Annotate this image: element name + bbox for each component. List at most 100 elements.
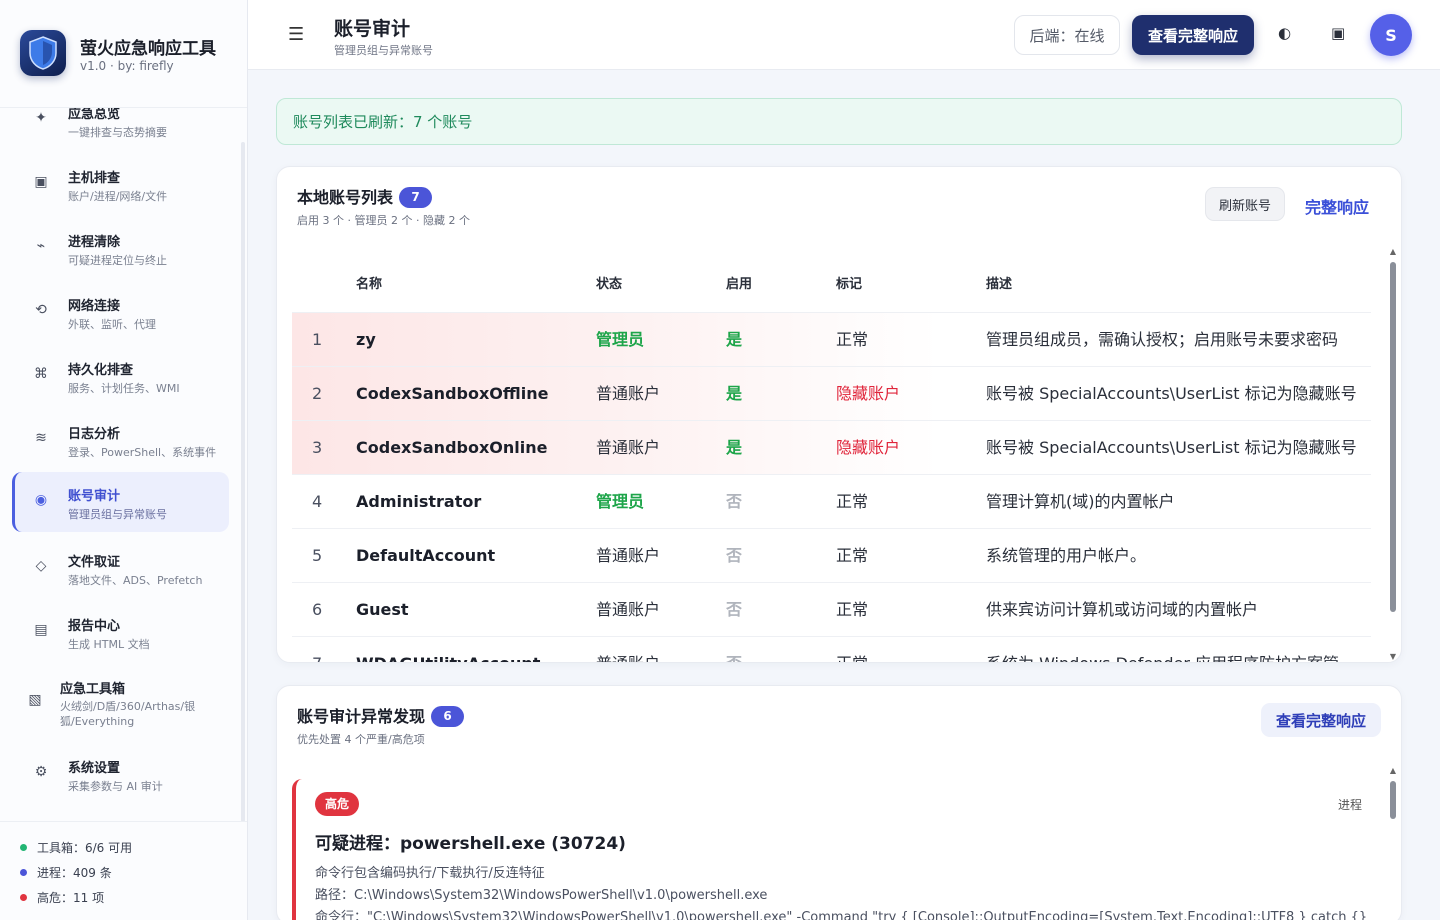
sidebar-item-toolbox[interactable]: ▧ 应急工具箱 火绒剑/D盾/360/Arthas/银狐/Everything (12, 666, 229, 736)
sidebar-item-label: 系统设置 (68, 761, 121, 776)
sidebar-scrollbar[interactable] (241, 142, 245, 822)
account-enabled: 否 (726, 637, 742, 662)
table-row[interactable]: 3 CodexSandboxOnline 普通账户 是 隐藏账户 账号被 Spe… (292, 420, 1371, 474)
table-row[interactable]: 4 Administrator 管理员 否 正常 管理计算机(域)的内置帐户 (292, 474, 1371, 528)
row-index: 6 (312, 600, 323, 619)
table-row[interactable]: 5 DefaultAccount 普通账户 否 正常 系统管理的用户帐户。 (292, 528, 1371, 582)
sidebar-item-host-check[interactable]: ▣ 主机排查 账户/进程/网络/文件 (12, 154, 229, 214)
command-icon: ⌘ (34, 366, 48, 382)
col-header-flag[interactable]: 标记 (836, 257, 862, 312)
account-flag: 正常 (836, 637, 868, 662)
sidebar-item-account-audit[interactable]: ◉ 账号审计 管理员组与异常账号 (12, 472, 229, 532)
finding-type: 进程 (1337, 798, 1362, 812)
theme-toggle-icon[interactable]: ◐ (1278, 24, 1291, 42)
scroll-thumb[interactable] (1390, 262, 1396, 612)
col-header-name[interactable]: 名称 (356, 257, 382, 312)
sidebar-item-desc: 采集参数与 AI 审计 (68, 780, 163, 793)
row-index: 2 (312, 384, 323, 403)
refresh-accounts-button[interactable]: 刷新账号 (1205, 187, 1285, 221)
col-header-desc[interactable]: 描述 (986, 257, 1012, 312)
account-enabled: 是 (726, 330, 743, 349)
findings-summary: 优先处置 4 个严重/高危项 (297, 733, 425, 746)
process-icon: ⌁ (36, 238, 46, 254)
table-scrollbar[interactable]: ▲ ▼ (1389, 247, 1397, 661)
toolbox-icon: ▧ (28, 692, 42, 708)
finding-cmdline: 命令行："C:\Windows\System32\WindowsPowerShe… (315, 910, 1368, 920)
table-row[interactable]: 2 CodexSandboxOffline 普通账户 是 隐藏账户 账号被 Sp… (292, 366, 1371, 420)
account-status: 管理员 (596, 492, 645, 511)
sidebar-item-persistence[interactable]: ⌘ 持久化排查 服务、计划任务、WMI (12, 346, 229, 406)
account-name: Guest (356, 600, 409, 619)
account-status: 普通账户 (596, 600, 661, 619)
account-enabled: 是 (726, 438, 743, 457)
sidebar-item-label: 主机排查 (68, 171, 121, 186)
sidebar-item-label: 应急总览 (68, 108, 121, 122)
findings-view-full-button[interactable]: 查看完整响应 (1261, 703, 1381, 737)
top-header: ☰ 账号审计 管理员组与异常账号 后端：在线 查看完整响应 ◐ ▣ S (248, 0, 1440, 70)
sidebar-item-forensics[interactable]: ◇ 文件取证 落地文件、ADS、Prefetch (12, 538, 229, 598)
sidebar-item-label: 网络连接 (68, 299, 121, 314)
findings-scrollbar[interactable]: ▲ (1389, 766, 1397, 906)
sidebar-item-process-clean[interactable]: ⌁ 进程清除 可疑进程定位与终止 (12, 218, 229, 278)
col-header-status[interactable]: 状态 (596, 257, 622, 312)
view-full-response-button[interactable]: 查看完整响应 (1132, 15, 1254, 55)
sidebar-item-reports[interactable]: ▤ 报告中心 生成 HTML 文档 (12, 602, 229, 662)
sidebar-item-network[interactable]: ⟲ 网络连接 外联、监听、代理 (12, 282, 229, 342)
findings-card-title: 账号审计异常发现 6 (297, 703, 465, 727)
network-icon: ⟲ (35, 302, 47, 318)
account-desc: 账号被 SpecialAccounts\UserList 标记为隐藏账号 (986, 438, 1357, 457)
table-row[interactable]: 1 zy 管理员 是 正常 管理员组成员，需确认授权；启用账号未要求密码 (292, 312, 1371, 366)
finding-summary: 命令行包含编码执行/下载执行/反连特征 (315, 866, 545, 881)
page-title: 账号审计 (334, 18, 411, 40)
row-index: 5 (312, 546, 323, 565)
status-dot (20, 844, 27, 851)
sidebar-item-desc: 可疑进程定位与终止 (68, 254, 167, 267)
table-row[interactable]: 6 Guest 普通账户 否 正常 供来宾访问计算机或访问域的内置帐户 (292, 582, 1371, 636)
scroll-up-icon[interactable]: ▲ (1389, 766, 1397, 775)
sidebar: 萤火应急响应工具 v1.0 · by: firefly ✦ 应急总览 一键排查与… (0, 0, 248, 920)
account-enabled: 否 (726, 546, 743, 565)
account-name: zy (356, 330, 376, 349)
finding-path: 路径：C:\Windows\System32\WindowsPowerShell… (315, 888, 768, 903)
sidebar-item-logs[interactable]: ≋ 日志分析 登录、PowerShell、系统事件 (12, 410, 229, 470)
menu-icon[interactable]: ☰ (288, 24, 304, 45)
sidebar-item-desc: 登录、PowerShell、系统事件 (68, 446, 217, 459)
full-response-link[interactable]: 完整响应 (1295, 189, 1379, 223)
status-summary: 工具箱：6/6 可用 进程：409 条 高危：11 项 (0, 821, 247, 920)
row-index: 3 (312, 438, 323, 457)
account-flag: 正常 (836, 492, 869, 511)
account-name: Administrator (356, 492, 482, 511)
severity-badge: 高危 (315, 792, 359, 816)
findings-title-text: 账号审计异常发现 (297, 707, 426, 726)
gear-icon: ⚙ (34, 764, 48, 780)
window-icon[interactable]: ▣ (1331, 24, 1345, 42)
account-enabled: 是 (726, 384, 743, 403)
wave-icon: ≋ (35, 430, 47, 446)
page-subtitle: 管理员组与异常账号 (334, 44, 433, 57)
app-name: 萤火应急响应工具 (80, 39, 216, 59)
avatar[interactable]: S (1370, 14, 1412, 56)
sidebar-item-label: 报告中心 (68, 619, 121, 634)
table-row[interactable]: 7 WDAGUtilityAccount 普通账户 否 正常 系统为 Windo… (292, 636, 1371, 662)
scroll-down-icon[interactable]: ▼ (1389, 652, 1397, 661)
status-text: 进程：409 条 (37, 866, 112, 880)
col-header-enabled[interactable]: 启用 (726, 257, 752, 312)
account-status: 管理员 (596, 330, 645, 349)
status-high-risk: 高危：11 项 (20, 889, 104, 906)
account-name: DefaultAccount (356, 546, 496, 565)
sidebar-item-label: 日志分析 (68, 427, 121, 442)
account-enabled: 否 (726, 600, 743, 619)
account-desc: 供来宾访问计算机或访问域的内置帐户 (986, 600, 1259, 619)
account-desc: 管理员组成员，需确认授权；启用账号未要求密码 (986, 330, 1339, 349)
account-flag: 正常 (836, 330, 869, 349)
finding-item[interactable]: 高危 进程 可疑进程：powershell.exe (30724) 命令行包含编… (292, 779, 1380, 920)
account-name: CodexSandboxOffline (356, 384, 549, 403)
scroll-up-icon[interactable]: ▲ (1389, 247, 1397, 256)
app-logo (20, 30, 66, 76)
account-flag: 正常 (836, 600, 869, 619)
sidebar-item-overview[interactable]: ✦ 应急总览 一键排查与态势摘要 (12, 108, 229, 150)
sidebar-item-settings[interactable]: ⚙ 系统设置 采集参数与 AI 审计 (12, 744, 229, 804)
scroll-thumb[interactable] (1390, 781, 1396, 819)
sidebar-item-desc: 账户/进程/网络/文件 (68, 190, 168, 203)
account-flag: 正常 (836, 546, 869, 565)
